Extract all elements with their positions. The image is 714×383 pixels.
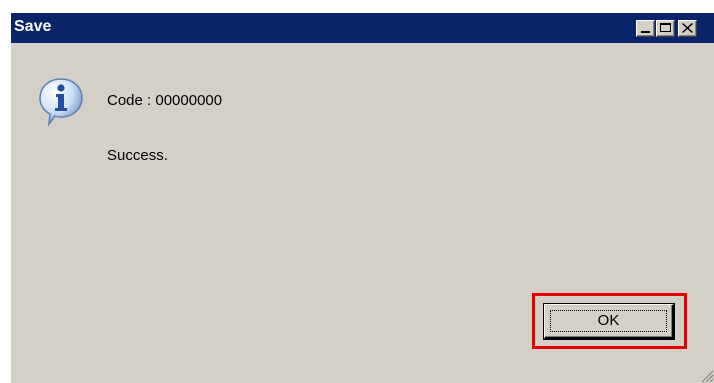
minimize-button[interactable] [636,20,655,37]
window-title: Save [14,18,52,35]
resize-grip-icon[interactable] [700,369,714,383]
ok-button-label: OK [597,312,620,329]
title-bar[interactable]: Save [11,13,714,43]
close-button[interactable] [678,20,697,37]
ok-button[interactable]: OK [544,304,674,339]
close-icon [682,23,693,33]
success-message: Success. [107,147,168,164]
save-dialog: Save Code : 00000000 Success. OK [10,12,714,383]
info-icon [39,78,83,127]
maximize-icon [660,23,671,32]
minimize-icon [641,31,650,33]
code-message: Code : 00000000 [107,92,223,109]
maximize-button[interactable] [656,20,675,37]
